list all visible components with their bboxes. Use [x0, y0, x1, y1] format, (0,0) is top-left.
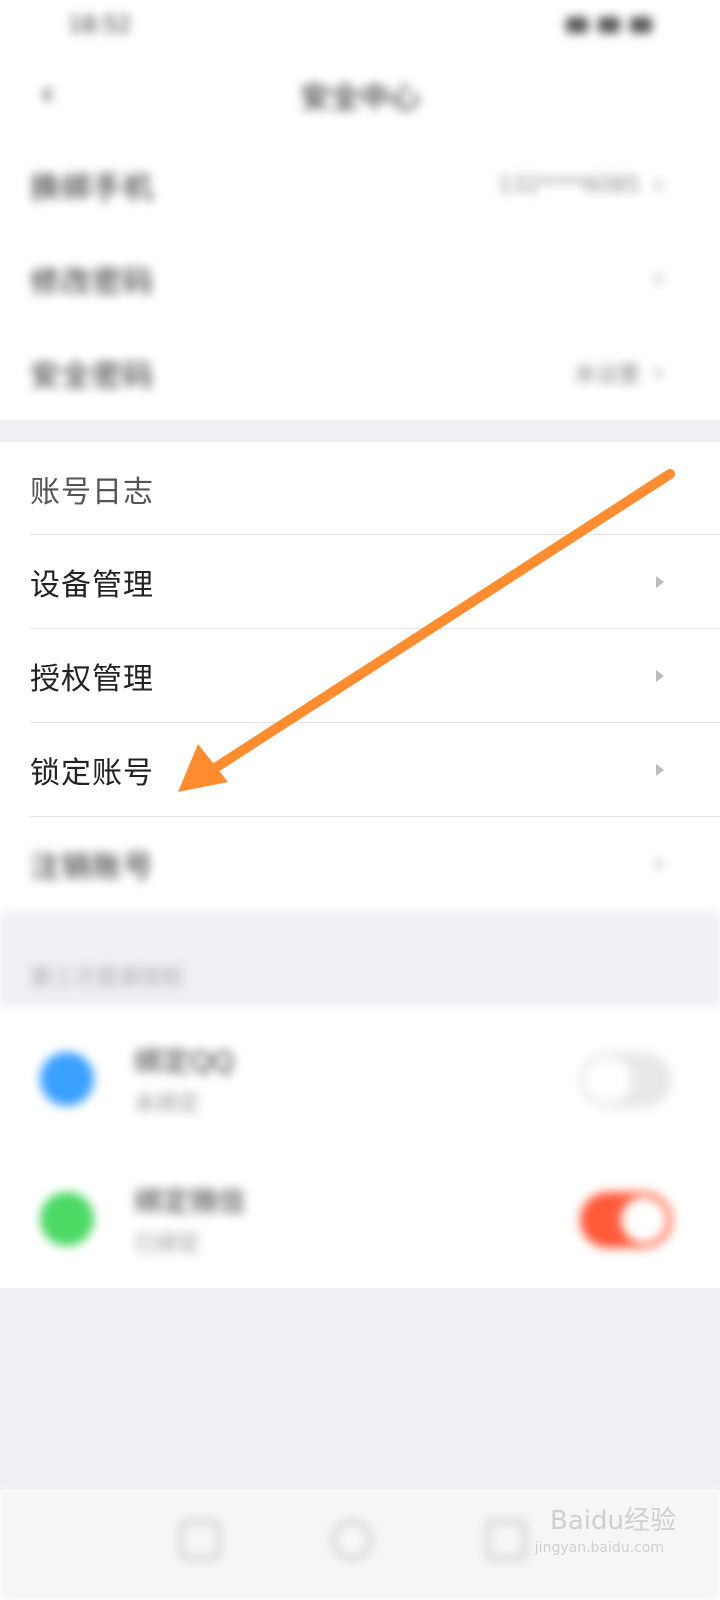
row-lock-account[interactable]: 锁定账号	[0, 723, 720, 817]
app-subtitle: 未绑定	[134, 1092, 201, 1117]
qq-icon	[40, 1052, 94, 1106]
battery-icon	[630, 17, 652, 33]
row-label: 账号日志	[30, 475, 154, 510]
row-label: 修改密码	[30, 265, 154, 300]
app-row-qq: 绑定QQ 未绑定	[0, 1008, 720, 1148]
menu-nav-icon[interactable]	[180, 1520, 220, 1560]
back-nav-icon[interactable]	[486, 1520, 526, 1560]
home-nav-icon[interactable]	[332, 1520, 372, 1560]
row-authorization-management[interactable]: 授权管理	[0, 629, 720, 723]
chevron-right-icon	[656, 179, 664, 191]
app-row-wechat: 绑定微信 已绑定	[0, 1148, 720, 1288]
row-change-phone[interactable]: 换绑手机 132****6085	[0, 138, 720, 232]
section-gap	[0, 420, 720, 442]
app-title: 绑定微信	[134, 1185, 247, 1218]
row-label: 安全密码	[30, 359, 154, 394]
status-icons	[566, 17, 652, 33]
qq-toggle[interactable]	[580, 1052, 672, 1108]
chevron-right-icon	[656, 273, 664, 285]
toggle-knob	[585, 1057, 631, 1103]
row-device-management[interactable]: 设备管理	[0, 535, 720, 629]
row-change-password[interactable]: 修改密码	[0, 232, 720, 326]
row-label: 锁定账号	[30, 756, 154, 791]
toggle-knob	[621, 1197, 667, 1243]
page-title: 安全中心	[300, 81, 420, 116]
app-subtitle: 已绑定	[134, 1232, 201, 1257]
row-cancel-account[interactable]: 注销账号	[0, 817, 720, 911]
chevron-right-icon	[656, 764, 664, 776]
chevron-right-icon	[656, 670, 664, 682]
status-bar: 18:52	[0, 0, 720, 50]
row-value: 未设置	[573, 363, 640, 388]
row-security-password[interactable]: 安全密码 未设置	[0, 326, 720, 420]
chevron-right-icon	[656, 576, 664, 588]
row-label: 设备管理	[30, 568, 154, 603]
wifi-icon	[598, 17, 620, 33]
row-label: 注销账号	[30, 850, 154, 885]
screen: 18:52 ‹ 安全中心 换绑手机 132****6085 修改密码 安全密码 …	[0, 0, 720, 1600]
header: ‹ 安全中心	[0, 50, 720, 140]
row-value: 132****6085	[498, 172, 640, 198]
wechat-icon	[40, 1192, 94, 1246]
watermark-url: jingyan.baidu.com	[534, 1540, 664, 1556]
row-account-log[interactable]: 账号日志	[0, 442, 720, 536]
watermark-brand: Baidu经验	[550, 1506, 676, 1536]
status-time: 18:52	[68, 12, 132, 38]
back-arrow-icon[interactable]: ‹	[40, 76, 68, 112]
row-label: 换绑手机	[30, 171, 154, 206]
login-section-label: 第三方登录授权	[30, 966, 185, 991]
row-label: 授权管理	[30, 662, 154, 697]
wechat-toggle[interactable]	[580, 1192, 672, 1248]
signal-icon	[566, 17, 588, 33]
chevron-right-icon	[656, 858, 664, 870]
app-title: 绑定QQ	[134, 1045, 235, 1078]
chevron-right-icon	[656, 367, 664, 379]
empty-area	[0, 1288, 720, 1490]
